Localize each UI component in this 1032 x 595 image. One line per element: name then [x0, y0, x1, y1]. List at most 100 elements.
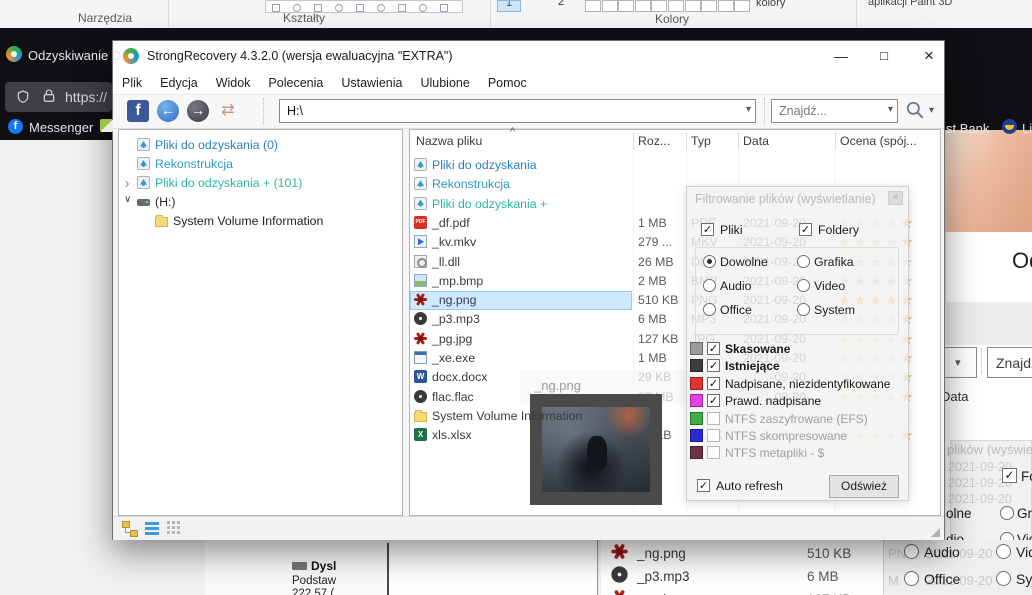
- chevron-down-icon[interactable]: ▾: [746, 104, 751, 115]
- browser-url-bar[interactable]: https://: [5, 82, 112, 112]
- status-bar: [113, 516, 944, 540]
- state-checkbox[interactable]: [707, 446, 720, 460]
- behind-folders-checkbox[interactable]: ✓: [1002, 468, 1017, 483]
- grid-dot: [167, 531, 170, 534]
- palette-swatch[interactable]: [734, 0, 751, 12]
- auto-refresh-checkbox[interactable]: ✓: [697, 479, 710, 492]
- menu-widok[interactable]: Widok: [207, 76, 260, 90]
- state-swatch: [690, 429, 703, 442]
- palette-swatch[interactable]: [717, 0, 734, 12]
- menu-pomoc[interactable]: Pomoc: [479, 76, 536, 90]
- files-checkbox[interactable]: ✓: [701, 223, 714, 236]
- grid-view-icon[interactable]: [167, 521, 182, 536]
- behind-table-row[interactable]: _ng.png 510 KB: [601, 543, 883, 565]
- menu-edycja[interactable]: Edycja: [151, 76, 207, 90]
- behind-data-column[interactable]: Data: [941, 389, 968, 404]
- tree-item[interactable]: Pliki do odzyskania (0): [119, 136, 399, 155]
- tree-view-icon[interactable]: [122, 521, 138, 537]
- facebook-button[interactable]: f: [127, 100, 149, 122]
- search-options-chevron[interactable]: ▾: [929, 105, 934, 116]
- refresh-button[interactable]: Odśwież: [829, 475, 899, 498]
- state-checkbox[interactable]: ✓: [707, 342, 720, 355]
- radio-system[interactable]: [797, 303, 810, 316]
- resize-grip[interactable]: [931, 528, 940, 537]
- table-row[interactable]: Pliki do odzyskania: [410, 156, 938, 175]
- behind-radio[interactable]: [904, 571, 919, 586]
- behind-file-name: _p3.mp3: [637, 569, 690, 584]
- state-checkbox[interactable]: ✓: [707, 394, 720, 408]
- behind-radio[interactable]: [996, 571, 1011, 586]
- file-size: 6 MB: [638, 312, 667, 327]
- menu-polecenia[interactable]: Polecenia: [259, 76, 332, 90]
- state-checkbox[interactable]: [707, 429, 720, 442]
- ribbon-group-tools: Narzędzia: [78, 11, 133, 25]
- disk-name[interactable]: Dysl: [311, 559, 336, 573]
- palette-swatch[interactable]: [601, 0, 618, 12]
- kolory-small-label: kolory: [756, 0, 800, 10]
- palette-swatch[interactable]: [618, 0, 635, 12]
- folders-checkbox[interactable]: ✓: [799, 223, 812, 236]
- url-text[interactable]: https://: [65, 89, 107, 105]
- close-button[interactable]: ×: [908, 41, 950, 71]
- filter-close-button[interactable]: ×: [888, 191, 903, 205]
- app-icon-center: [128, 53, 134, 59]
- recover-arrows-icon[interactable]: ⇄: [217, 100, 239, 122]
- back-button[interactable]: ←: [157, 100, 179, 122]
- sort-indicator[interactable]: ^: [510, 126, 515, 138]
- state-checkbox[interactable]: ✓: [707, 359, 720, 373]
- expander-collapsed-icon[interactable]: ›: [125, 175, 130, 192]
- menu-plik[interactable]: Plik: [113, 76, 151, 90]
- expander-expanded-icon[interactable]: ∨: [124, 194, 131, 205]
- palette-swatch[interactable]: [634, 0, 651, 12]
- paint-color2-swatch[interactable]: 2: [556, 0, 570, 11]
- state-swatch: [690, 359, 703, 373]
- list-view-icon[interactable]: [145, 521, 160, 536]
- bookmark-live[interactable]: Liv: [1022, 121, 1032, 136]
- search-button[interactable]: [905, 100, 927, 122]
- tree-item[interactable]: System Volume Information: [119, 212, 399, 231]
- maximize-button[interactable]: □: [863, 41, 905, 71]
- tree-item[interactable]: Rekonstrukcja: [119, 155, 399, 174]
- behind-search-input[interactable]: Znajdź...: [987, 347, 1032, 378]
- radio-office[interactable]: [703, 303, 716, 316]
- title-bar[interactable]: StrongRecovery 4.3.2.0 (wersja ewaluacyj…: [113, 41, 944, 71]
- tree-item[interactable]: › Pliki do odzyskania + (101): [119, 174, 399, 193]
- state-checkbox[interactable]: ✓: [707, 376, 720, 390]
- bookmark-messenger[interactable]: Messenger: [29, 120, 93, 135]
- behind-table-row[interactable]: _p3.mp3 6 MB: [601, 566, 883, 588]
- paint3d-button[interactable]: aplikacji Paint 3D: [868, 0, 1018, 9]
- behind-radio[interactable]: [904, 544, 919, 559]
- chevron-down-icon[interactable]: ▾: [888, 104, 893, 115]
- menu-ulubione[interactable]: Ulubione: [411, 76, 478, 90]
- address-combobox[interactable]: H:\ ▾: [279, 99, 756, 123]
- file-size: 279 ...: [638, 235, 673, 250]
- menu-ustawienia[interactable]: Ustawienia: [332, 76, 411, 90]
- excel-icon: X: [414, 428, 427, 442]
- radio-audio[interactable]: [703, 279, 716, 292]
- tree-item[interactable]: ∨ (H:): [119, 193, 399, 212]
- palette-swatch[interactable]: [668, 0, 684, 12]
- search-combobox[interactable]: Znajdź... ▾: [771, 99, 898, 123]
- bookmark-bank[interactable]: st Bank: [946, 121, 989, 136]
- minimize-button[interactable]: —: [820, 41, 862, 71]
- bookmark-pencil-icon[interactable]: [100, 119, 113, 132]
- bookmark-live-icon[interactable]: [1002, 119, 1017, 134]
- forward-button[interactable]: →: [187, 100, 209, 122]
- behind-table-row[interactable]: _pg.jpg127 KB: [601, 589, 883, 595]
- palette-swatch[interactable]: [701, 0, 718, 12]
- palette-swatch[interactable]: [684, 0, 701, 12]
- lock-icon[interactable]: [41, 88, 57, 109]
- radio-dowolne[interactable]: [703, 255, 716, 268]
- behind-radio[interactable]: [1000, 506, 1014, 520]
- paint-color1-swatch[interactable]: 1: [497, 0, 521, 12]
- browser-tab-title[interactable]: Odzyskiwanie D: [28, 48, 121, 63]
- radio-grafika[interactable]: [797, 255, 810, 268]
- behind-radio[interactable]: [996, 544, 1011, 559]
- shield-icon[interactable]: [15, 89, 31, 110]
- palette-swatch[interactable]: [651, 0, 668, 12]
- radio-video[interactable]: [797, 279, 810, 292]
- behind-combo[interactable]: ▾: [943, 347, 977, 378]
- state-label: NTFS zaszyfrowane (EFS): [725, 411, 868, 426]
- state-checkbox[interactable]: [707, 411, 720, 425]
- palette-swatch[interactable]: [585, 0, 601, 12]
